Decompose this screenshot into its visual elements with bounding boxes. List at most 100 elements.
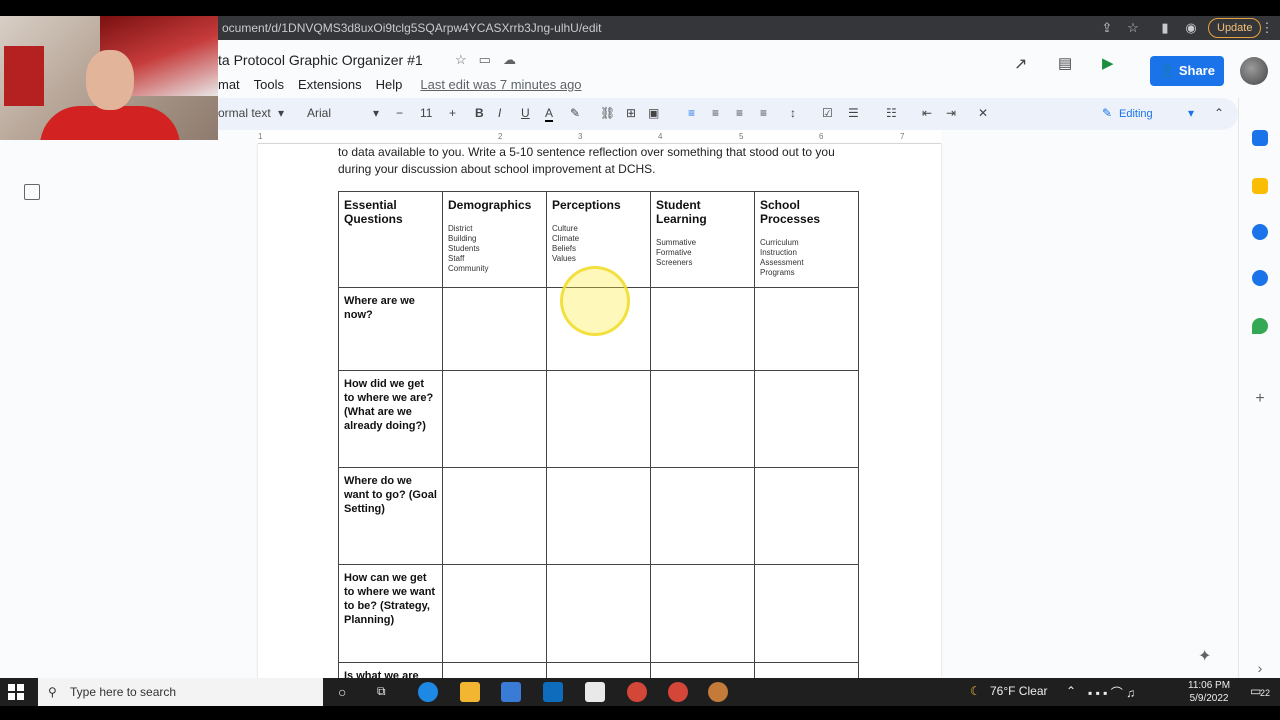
calendar-icon[interactable] — [1252, 130, 1268, 146]
tray-chevron-icon[interactable]: ⌃ — [1066, 684, 1076, 698]
chevron-right-icon[interactable]: › — [1252, 660, 1268, 676]
link-icon[interactable]: ⛓ — [600, 106, 615, 120]
numbered-list-icon[interactable]: ☷ — [886, 106, 897, 120]
edge-icon[interactable] — [418, 682, 438, 702]
table-cell[interactable]: School Processes Curriculum Instruction A… — [754, 191, 859, 288]
tasks-icon[interactable] — [1252, 224, 1268, 240]
table-cell[interactable]: Where do we want to go? (Goal Setting) — [338, 467, 443, 565]
sidebar-icon[interactable]: ▮ — [1156, 19, 1174, 37]
menu-tools[interactable]: Tools — [254, 77, 284, 92]
decrease-indent-icon[interactable]: ⇤ — [922, 106, 932, 120]
horizontal-ruler[interactable]: 1 2 3 4 5 6 7 — [258, 130, 941, 144]
explore-icon[interactable]: ✦ — [1198, 646, 1211, 666]
table-cell[interactable] — [546, 564, 651, 663]
increase-font-icon[interactable]: + — [449, 106, 456, 120]
system-clock[interactable]: 11:06 PM 5/9/2022 — [1188, 679, 1230, 705]
store-icon[interactable] — [501, 682, 521, 702]
chrome-icon[interactable] — [627, 682, 647, 702]
table-cell[interactable] — [650, 564, 755, 663]
comments-icon[interactable]: ▤ — [1058, 54, 1072, 72]
tray-app-icons[interactable]: ▪ ▪ ▪ ⌒ ♫ — [1088, 684, 1135, 701]
decrease-font-icon[interactable]: − — [396, 106, 403, 120]
task-view-icon[interactable]: ⧉ — [377, 684, 386, 699]
table-cell[interactable]: Essential Questions — [338, 191, 443, 288]
text-color-icon[interactable]: A — [545, 106, 554, 122]
more-menu-icon[interactable]: ⋮ — [1258, 19, 1276, 37]
font-size-input[interactable]: 11 — [420, 106, 432, 120]
meet-icon[interactable]: ▶ — [1102, 54, 1114, 72]
table-cell[interactable] — [546, 370, 651, 468]
chevron-down-icon[interactable]: ▾ — [1188, 106, 1194, 120]
maps-icon[interactable] — [1252, 318, 1268, 334]
table-cell[interactable] — [650, 662, 755, 678]
instruction-paragraph[interactable]: to data available to you. Write a 5-10 s… — [338, 144, 858, 178]
align-center-icon[interactable]: ≡ — [712, 106, 719, 120]
document-outline-icon[interactable] — [24, 184, 40, 200]
user-avatar[interactable] — [1240, 57, 1268, 85]
chevron-down-icon[interactable]: ▾ — [278, 106, 284, 120]
move-folder-icon[interactable]: ▭ — [479, 52, 491, 68]
document-page[interactable]: to data available to you. Write a 5-10 s… — [258, 144, 941, 678]
cloud-status-icon[interactable]: ☁ — [503, 52, 516, 68]
table-cell[interactable] — [442, 662, 547, 678]
update-button[interactable]: Update — [1208, 18, 1262, 38]
table-cell[interactable] — [754, 370, 859, 468]
chevron-down-icon[interactable]: ▾ — [373, 106, 379, 120]
add-addon-icon[interactable]: + — [1252, 390, 1268, 407]
table-cell[interactable] — [442, 370, 547, 468]
contacts-icon[interactable] — [1252, 270, 1268, 286]
table-cell[interactable] — [442, 467, 547, 565]
underline-icon[interactable]: U — [521, 106, 530, 120]
star-icon[interactable]: ☆ — [455, 52, 467, 68]
increase-indent-icon[interactable]: ⇥ — [946, 106, 956, 120]
align-left-icon[interactable]: ≡ — [688, 106, 695, 120]
bookmark-star-icon[interactable]: ☆ — [1124, 19, 1142, 37]
document-title[interactable]: ta Protocol Graphic Organizer #1 — [218, 52, 423, 68]
checklist-icon[interactable]: ☑ — [822, 106, 833, 120]
table-cell[interactable]: How did we get to where we are? (What ar… — [338, 370, 443, 468]
table-cell[interactable] — [546, 662, 651, 678]
mail-icon[interactable] — [585, 682, 605, 702]
table-cell[interactable] — [650, 287, 755, 371]
recorder-icon[interactable] — [708, 682, 728, 702]
table-cell[interactable] — [442, 287, 547, 371]
menu-format[interactable]: mat — [218, 77, 240, 92]
table-cell[interactable] — [442, 564, 547, 663]
table-cell[interactable] — [754, 564, 859, 663]
table-cell[interactable]: Student Learning Summative Formative Scre… — [650, 191, 755, 288]
table-cell[interactable]: Demographics District Building Students S… — [442, 191, 547, 288]
bulleted-list-icon[interactable]: ☰ — [848, 106, 859, 120]
justify-icon[interactable]: ≡ — [760, 106, 767, 120]
table-cell[interactable] — [546, 467, 651, 565]
table-cell[interactable] — [754, 662, 859, 678]
chrome-active-icon[interactable] — [668, 682, 688, 702]
insert-image-icon[interactable]: ▣ — [648, 106, 659, 120]
activity-trend-icon[interactable]: ↗ — [1014, 54, 1027, 74]
file-explorer-icon[interactable] — [460, 682, 480, 702]
outlook-icon[interactable] — [543, 682, 563, 702]
keep-icon[interactable] — [1252, 178, 1268, 194]
weather-text[interactable]: 76°F Clear — [990, 684, 1048, 698]
font-select[interactable]: Arial — [307, 106, 331, 120]
last-edit-link[interactable]: Last edit was 7 minutes ago — [420, 77, 581, 92]
table-cell[interactable]: How can we get to where we want to be? (… — [338, 564, 443, 663]
highlight-icon[interactable]: ✎ — [570, 106, 580, 120]
table-cell[interactable]: Where are we now? — [338, 287, 443, 371]
menu-help[interactable]: Help — [376, 77, 403, 92]
install-icon[interactable]: ⇪ — [1098, 19, 1116, 37]
menu-extensions[interactable]: Extensions — [298, 77, 362, 92]
share-button[interactable]: 👤 Share — [1150, 56, 1224, 86]
table-cell[interactable] — [754, 467, 859, 565]
table-cell[interactable] — [650, 370, 755, 468]
url-text[interactable]: ocument/d/1DNVQMS3d8uxOi9tclg5SQArpw4YCA… — [222, 21, 602, 35]
taskbar-search-input[interactable]: ⚲ Type here to search — [38, 678, 323, 706]
profile-icon[interactable]: ◉ — [1182, 19, 1200, 37]
table-cell[interactable] — [650, 467, 755, 565]
align-right-icon[interactable]: ≡ — [736, 106, 743, 120]
clear-formatting-icon[interactable]: ✕ — [978, 106, 988, 120]
paragraph-style-select[interactable]: ormal text — [218, 106, 271, 120]
collapse-toolbar-icon[interactable]: ⌃ — [1214, 106, 1224, 120]
bold-icon[interactable]: B — [475, 106, 484, 120]
windows-start-icon[interactable] — [8, 684, 24, 700]
italic-icon[interactable]: I — [498, 106, 501, 120]
